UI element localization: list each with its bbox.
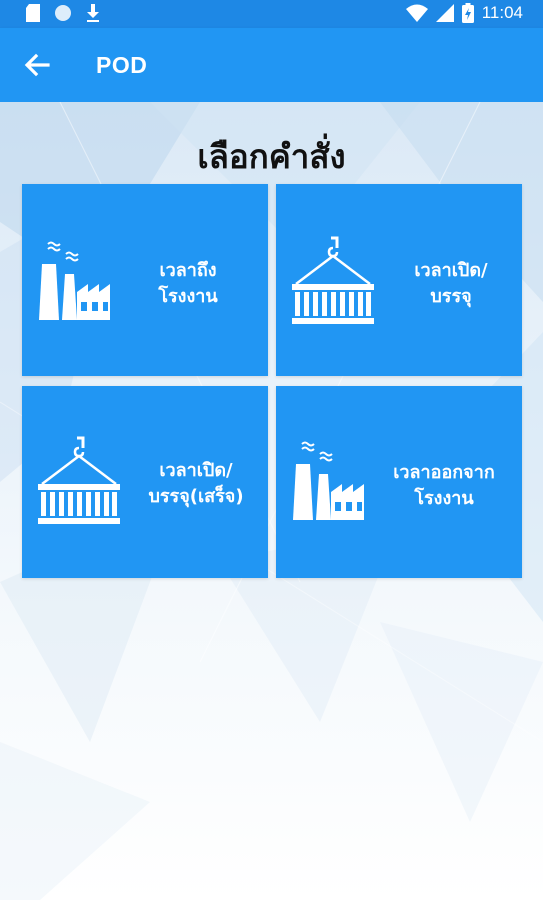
tile-label-line1: เวลาออกจาก [393, 462, 495, 483]
signal-icon [435, 4, 454, 22]
tile-leave-factory[interactable]: เวลาออกจาก โรงงาน [276, 386, 522, 578]
main-content: เลือกคำสั่ง เวลาถึง โรงงาน เวลาเปิด/ บรร… [0, 102, 543, 900]
battery-icon [461, 3, 474, 23]
tile-label: เวลาเปิด/ บรรจุ(เสร็จ) [130, 458, 262, 510]
wifi-icon [405, 4, 428, 22]
page-heading: เลือกคำสั่ง [197, 137, 346, 176]
app-bar: POD [0, 28, 543, 102]
status-right-icons: 11:04 [405, 3, 523, 23]
tile-label-line1: เวลาเปิด/ [159, 460, 233, 481]
tile-label: เวลาถึง โรงงาน [138, 258, 238, 310]
tile-label-line2: โรงงาน [158, 286, 218, 307]
tile-label-line2: โรงงาน [414, 488, 474, 509]
container-icon [38, 436, 120, 524]
status-bar: 11:04 [0, 0, 543, 28]
factory-icon [293, 441, 364, 520]
arrow-left-icon[interactable] [22, 50, 52, 80]
tile-label-line1: เวลาเปิด/ [414, 260, 488, 281]
download-icon [87, 4, 99, 22]
tile-open-load[interactable]: เวลาเปิด/ บรรจุ [276, 184, 522, 376]
factory-icon [39, 241, 110, 320]
app-title: POD [96, 52, 148, 78]
container-icon [292, 236, 374, 324]
tile-label-line1: เวลาถึง [159, 260, 217, 281]
tile-open-load-finished[interactable]: เวลาเปิด/ บรรจุ(เสร็จ) [22, 386, 268, 578]
tile-label-line2: บรรจุ(เสร็จ) [148, 486, 244, 507]
tile-label-line2: บรรจุ [430, 286, 472, 307]
tile-label: เวลาออกจาก โรงงาน [376, 460, 512, 512]
status-time: 11:04 [481, 3, 523, 22]
tile-arrive-factory[interactable]: เวลาถึง โรงงาน [22, 184, 268, 376]
circle-icon [55, 5, 71, 21]
status-left-icons [26, 4, 100, 22]
sd-card-icon [26, 4, 40, 22]
tile-label: เวลาเปิด/ บรรจุ [392, 258, 510, 310]
